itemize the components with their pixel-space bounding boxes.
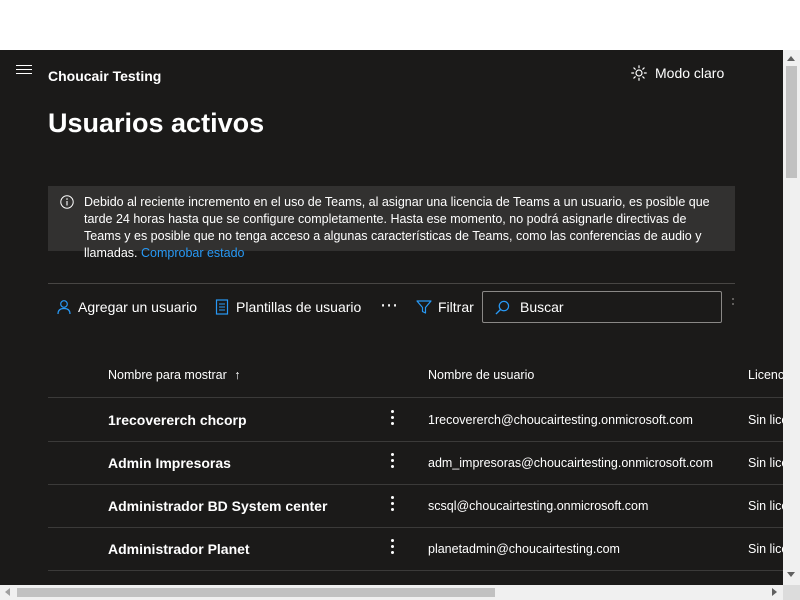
horizontal-scroll-thumb[interactable] bbox=[17, 588, 495, 597]
search-box[interactable] bbox=[482, 291, 722, 323]
more-actions-button[interactable]: ⋯ bbox=[380, 294, 399, 316]
scroll-left-arrow-icon[interactable] bbox=[5, 588, 10, 596]
tenant-name: Choucair Testing bbox=[48, 68, 162, 84]
user-templates-button[interactable]: Plantillas de usuario bbox=[214, 294, 361, 320]
horizontal-scrollbar[interactable] bbox=[0, 585, 783, 600]
user-templates-label: Plantillas de usuario bbox=[236, 299, 362, 315]
search-input[interactable] bbox=[518, 298, 702, 316]
scroll-down-arrow-icon[interactable] bbox=[787, 572, 795, 577]
sort-ascending-icon: ↑ bbox=[234, 368, 241, 382]
user-license: Sin licencia bbox=[748, 542, 783, 556]
vertical-scroll-thumb[interactable] bbox=[786, 66, 797, 178]
check-status-link[interactable]: Comprobar estado bbox=[141, 246, 245, 260]
page-title: Usuarios activos bbox=[48, 108, 265, 138]
overflow-indicator bbox=[732, 298, 735, 312]
funnel-icon bbox=[416, 300, 432, 314]
table-row[interactable]: Administrador BD System center scsql@cho… bbox=[48, 484, 783, 528]
user-principal-name: planetadmin@choucairtesting.com bbox=[428, 542, 620, 556]
mode-label: Modo claro bbox=[655, 65, 725, 81]
user-display-name[interactable]: Administrador Planet bbox=[108, 541, 250, 557]
row-actions-icon[interactable] bbox=[391, 539, 395, 557]
filter-button[interactable]: Filtrar bbox=[416, 294, 474, 320]
table-row[interactable]: Administrador Planet planetadmin@choucai… bbox=[48, 527, 783, 571]
user-principal-name: adm_impresoras@choucairtesting.onmicroso… bbox=[428, 456, 714, 470]
scroll-right-arrow-icon[interactable] bbox=[772, 588, 777, 596]
scroll-up-arrow-icon[interactable] bbox=[787, 56, 795, 61]
scrollbar-corner bbox=[783, 585, 800, 600]
row-actions-icon[interactable] bbox=[391, 410, 395, 428]
column-header-display-name[interactable]: Nombre para mostrar ↑ bbox=[108, 368, 241, 382]
vertical-scrollbar[interactable] bbox=[783, 50, 800, 585]
column-header-licenses[interactable]: Licencias bbox=[748, 368, 783, 382]
user-license: Sin licencia bbox=[748, 499, 783, 513]
row-actions-icon[interactable] bbox=[391, 496, 395, 514]
row-actions-icon[interactable] bbox=[391, 453, 395, 471]
add-user-label: Agregar un usuario bbox=[78, 299, 198, 315]
user-principal-name: 1recovererch@choucairtesting.onmicrosoft… bbox=[428, 413, 693, 427]
document-icon bbox=[215, 299, 229, 315]
user-display-name[interactable]: Administrador BD System center bbox=[108, 498, 327, 514]
display-name-header-label: Nombre para mostrar bbox=[108, 368, 227, 382]
teams-license-notice: Debido al reciente incremento en el uso … bbox=[48, 186, 735, 260]
hamburger-menu-icon[interactable] bbox=[16, 65, 32, 77]
browser-top-area bbox=[0, 0, 800, 50]
table-row[interactable]: 1recovererch chcorp 1recovererch@choucai… bbox=[48, 398, 783, 442]
add-user-button[interactable]: Agregar un usuario bbox=[56, 294, 197, 320]
filter-label: Filtrar bbox=[438, 299, 474, 315]
user-display-name[interactable]: Admin Impresoras bbox=[108, 455, 231, 471]
user-license: Sin licencia bbox=[748, 456, 783, 470]
info-icon bbox=[60, 195, 74, 209]
user-principal-name: scsql@choucairtesting.onmicrosoft.com bbox=[428, 499, 649, 513]
light-mode-toggle[interactable]: Modo claro bbox=[631, 65, 724, 81]
user-display-name[interactable]: 1recovererch chcorp bbox=[108, 412, 247, 428]
toolbar-divider bbox=[48, 283, 735, 284]
user-license: Sin licencia bbox=[748, 413, 783, 427]
admin-center-app: Choucair Testing Modo claro Usuarios act… bbox=[0, 50, 783, 585]
column-header-username[interactable]: Nombre de usuario bbox=[428, 368, 534, 382]
search-icon bbox=[495, 300, 510, 315]
sun-icon bbox=[631, 65, 647, 81]
person-icon bbox=[57, 300, 71, 315]
table-row[interactable]: Admin Impresoras adm_impresoras@choucair… bbox=[48, 441, 783, 485]
